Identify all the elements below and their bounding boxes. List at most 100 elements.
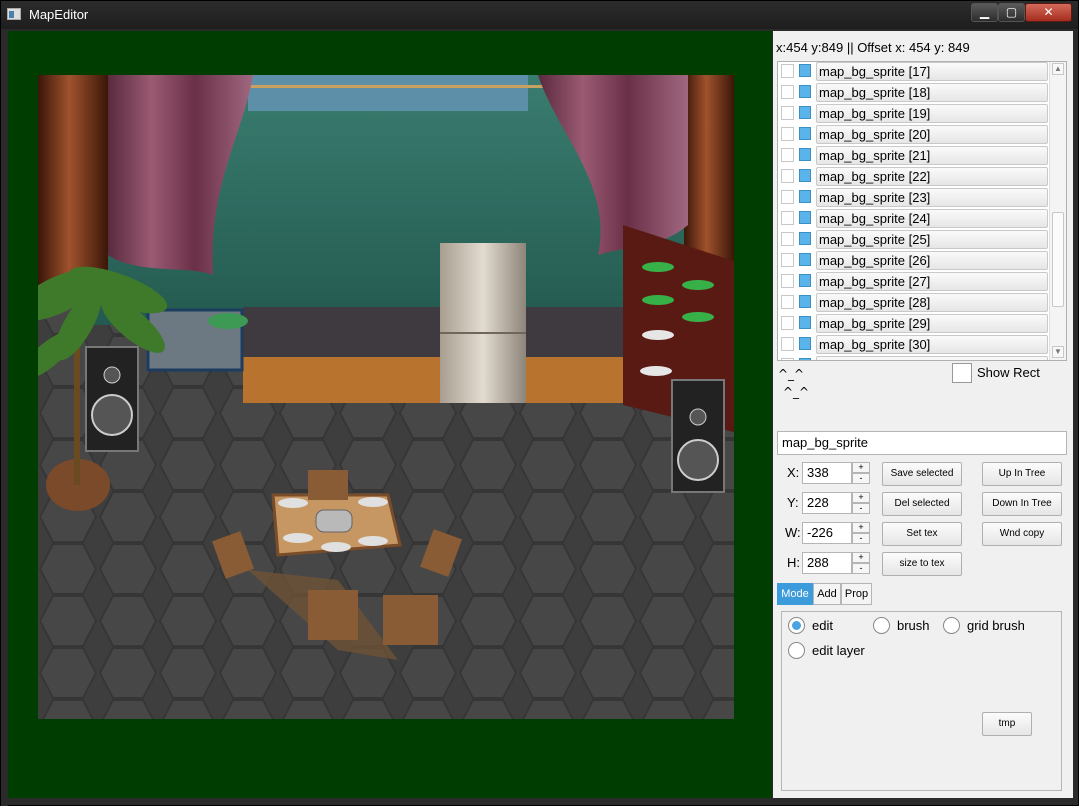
tree-row[interactable]: map_bg_sprite [17] [779, 62, 1048, 82]
tree-row[interactable]: map_bg_sprite [26] [779, 250, 1048, 271]
h-decrement-button[interactable]: - [852, 563, 870, 574]
edit-radio[interactable] [788, 617, 805, 634]
x-stepper[interactable]: + - [852, 462, 870, 484]
tree-row-checkbox[interactable] [781, 358, 794, 360]
tree-row-label[interactable]: map_bg_sprite [22] [816, 167, 1048, 186]
tree-row-label[interactable]: map_bg_sprite [26] [816, 251, 1048, 270]
sprite-name-input[interactable]: map_bg_sprite [777, 431, 1067, 455]
x-field[interactable]: 338 [802, 462, 852, 484]
tree-row-label[interactable]: map_bg_sprite [23] [816, 188, 1048, 207]
del-selected-button[interactable]: Del selected [882, 492, 962, 516]
sprite-icon [799, 253, 811, 266]
tree-row-checkbox[interactable] [781, 316, 794, 330]
tree-row-checkbox[interactable] [781, 190, 794, 204]
tree-row-checkbox[interactable] [781, 106, 794, 120]
tab-add[interactable]: Add [813, 583, 841, 605]
tree-row-checkbox[interactable] [781, 148, 794, 162]
tree-row-label[interactable]: map_bg_sprite [21] [816, 146, 1048, 165]
tree-row[interactable]: map_bg_sprite [22] [779, 166, 1048, 187]
up-in-tree-button[interactable]: Up In Tree [982, 462, 1062, 486]
tree-row[interactable]: map_bg_sprite [23] [779, 187, 1048, 208]
brush-radio-label: brush [897, 618, 930, 633]
wnd-copy-button[interactable]: Wnd copy [982, 522, 1062, 546]
tree-row-checkbox[interactable] [781, 169, 794, 183]
close-button[interactable]: ✕ [1025, 3, 1072, 22]
tree-row-checkbox[interactable] [781, 211, 794, 225]
tree-row[interactable]: map_bg_sprite [19] [779, 103, 1048, 124]
tree-row[interactable]: map_bg_sprite [21] [779, 145, 1048, 166]
tree-row-checkbox[interactable] [781, 127, 794, 141]
h-increment-button[interactable]: + [852, 552, 870, 563]
w-label: W: [785, 525, 801, 540]
tree-row[interactable]: map_bg_sprite [18] [779, 82, 1048, 103]
tree-row-label[interactable]: map_bg_sprite [27] [816, 272, 1048, 291]
sprite-tree[interactable]: map_bg_sprite [17] map_bg_sprite [18] map_… [777, 61, 1067, 361]
tree-row-label[interactable]: map_bg_sprite [19] [816, 104, 1048, 123]
tree-row-checkbox[interactable] [781, 337, 794, 351]
tree-scrollbar[interactable]: ▲ ▼ [1049, 62, 1066, 360]
tree-row[interactable]: map_bg_sprite [29] [779, 313, 1048, 334]
tree-row-checkbox[interactable] [781, 253, 794, 267]
y-stepper[interactable]: + - [852, 492, 870, 514]
tree-row-checkbox[interactable] [781, 85, 794, 99]
w-decrement-button[interactable]: - [852, 533, 870, 544]
x-label: X: [787, 465, 800, 480]
tree-row-label[interactable]: map_bg_sprite [18] [816, 83, 1048, 102]
x-increment-button[interactable]: + [852, 462, 870, 473]
sprite-icon [799, 190, 811, 203]
maximize-button[interactable]: ▢ [998, 3, 1025, 22]
y-field[interactable]: 228 [802, 492, 852, 514]
sprite-icon [799, 148, 811, 161]
grid-brush-radio[interactable] [943, 617, 960, 634]
scroll-down-icon[interactable]: ▼ [1052, 346, 1064, 358]
minimize-button[interactable]: ▁ [971, 3, 998, 22]
y-decrement-button[interactable]: - [852, 503, 870, 514]
w-field[interactable]: -226 [802, 522, 852, 544]
tree-row-checkbox[interactable] [781, 274, 794, 288]
tree-row-label[interactable]: map_bg_sprite [29] [816, 314, 1048, 333]
sprite-icon [799, 211, 811, 224]
h-stepper[interactable]: + - [852, 552, 870, 574]
tab-prop[interactable]: Prop [841, 583, 872, 605]
sprite-icon [799, 85, 811, 98]
tree-row-label[interactable]: map_bg_sprite [28] [816, 293, 1048, 312]
w-increment-button[interactable]: + [852, 522, 870, 533]
scroll-thumb[interactable] [1052, 212, 1064, 307]
tree-row[interactable]: map_bg_sprite [31] [779, 355, 1048, 360]
edit-layer-radio[interactable] [788, 642, 805, 659]
brush-radio[interactable] [873, 617, 890, 634]
y-increment-button[interactable]: + [852, 492, 870, 503]
down-in-tree-button[interactable]: Down In Tree [982, 492, 1062, 516]
size-to-tex-button[interactable]: size to tex [882, 552, 962, 576]
tree-row[interactable]: map_bg_sprite [27] [779, 271, 1048, 292]
x-decrement-button[interactable]: - [852, 473, 870, 484]
tree-row-label[interactable]: map_bg_sprite [25] [816, 230, 1048, 249]
set-tex-button[interactable]: Set tex [882, 522, 962, 546]
h-field[interactable]: 288 [802, 552, 852, 574]
tree-row[interactable]: map_bg_sprite [28] [779, 292, 1048, 313]
title-bar[interactable]: MapEditor ▁ ▢ ✕ [1, 1, 1078, 29]
tree-row[interactable]: map_bg_sprite [24] [779, 208, 1048, 229]
kitchen-scene-image [38, 75, 734, 719]
tree-row-label[interactable]: map_bg_sprite [17] [816, 62, 1048, 81]
tmp-button[interactable]: tmp [982, 712, 1032, 736]
map-canvas[interactable] [8, 31, 772, 798]
map-scene[interactable] [38, 75, 734, 719]
tree-row-checkbox[interactable] [781, 295, 794, 309]
tab-mode[interactable]: Mode [777, 583, 813, 605]
tree-row[interactable]: map_bg_sprite [20] [779, 124, 1048, 145]
tree-row-checkbox[interactable] [781, 64, 794, 78]
save-selected-button[interactable]: Save selected [882, 462, 962, 486]
scroll-up-icon[interactable]: ▲ [1052, 63, 1064, 75]
tree-row-label[interactable]: map_bg_sprite [24] [816, 209, 1048, 228]
tree-row[interactable]: map_bg_sprite [30] [779, 334, 1048, 355]
tree-row[interactable]: map_bg_sprite [25] [779, 229, 1048, 250]
w-stepper[interactable]: + - [852, 522, 870, 544]
show-rect-checkbox[interactable] [952, 363, 972, 383]
sprite-icon [799, 337, 811, 350]
tree-row-label[interactable]: map_bg_sprite [30] [816, 335, 1048, 354]
sprite-icon [799, 232, 811, 245]
tree-row-label[interactable]: map_bg_sprite [20] [816, 125, 1048, 144]
tree-row-label[interactable]: map_bg_sprite [31] [816, 356, 1048, 360]
tree-row-checkbox[interactable] [781, 232, 794, 246]
